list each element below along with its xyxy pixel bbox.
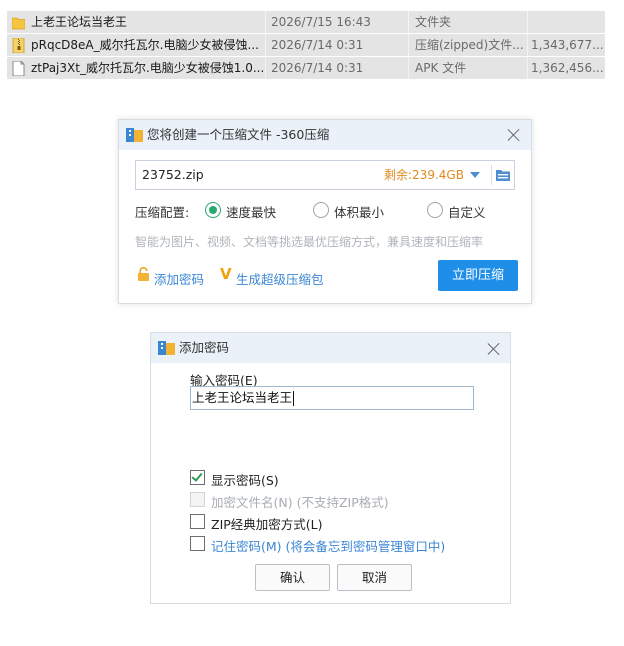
- file-type: 压缩(zipped)文件...: [415, 38, 524, 52]
- lock-icon[interactable]: [137, 267, 150, 281]
- compression-config-label: 压缩配置:: [135, 205, 190, 220]
- password-dialog: 添加密码 输入密码(E) 上老王论坛当老王 显示密码(S) 加密文件名(N) (…: [150, 332, 511, 604]
- divider: [491, 165, 492, 185]
- file-icon: [12, 61, 25, 76]
- close-icon[interactable]: [507, 128, 521, 142]
- archive-app-icon: [158, 341, 175, 355]
- radio-custom[interactable]: [427, 202, 443, 218]
- confirm-button[interactable]: 确认: [255, 564, 330, 591]
- compress-dialog: 您将创建一个压缩文件 -360压缩 23752.zip 剩余:239.4GB 压…: [118, 119, 532, 304]
- browse-folder-icon[interactable]: [496, 169, 510, 181]
- password-value: 上老王论坛当老王: [192, 390, 293, 405]
- text-caret: [293, 391, 295, 406]
- chevron-down-icon[interactable]: [470, 172, 480, 178]
- free-space-label: 剩余:239.4GB: [384, 168, 464, 182]
- file-date: 2026/7/14 0:31: [271, 38, 364, 52]
- radio-smallest-label[interactable]: 体积最小: [334, 202, 384, 221]
- encrypt-filename-checkbox: [190, 492, 205, 507]
- password-dialog-titlebar[interactable]: 添加密码: [151, 333, 510, 363]
- radio-custom-label[interactable]: 自定义: [448, 202, 486, 221]
- radio-smallest[interactable]: [313, 202, 329, 218]
- archive-path-field[interactable]: 23752.zip 剩余:239.4GB: [135, 160, 515, 190]
- compress-now-button[interactable]: 立即压缩: [438, 260, 518, 291]
- file-name: ztPaj3Xt_威尔托瓦尔.电脑少女被侵蚀1.0...: [31, 61, 263, 75]
- cancel-button[interactable]: 取消: [337, 564, 412, 591]
- zip-file-icon: [12, 38, 25, 53]
- file-list: 上老王论坛当老王 2026/7/15 16:43 文件夹 pRqcD8eA_威尔…: [7, 11, 605, 80]
- add-password-link[interactable]: 添加密码: [154, 269, 204, 288]
- file-row[interactable]: ztPaj3Xt_威尔托瓦尔.电脑少女被侵蚀1.0... 2026/7/14 0…: [7, 57, 605, 79]
- folder-icon: [12, 17, 25, 30]
- radio-fastest[interactable]: [205, 202, 221, 218]
- file-row[interactable]: pRqcD8eA_威尔托瓦尔.电脑少女被侵蚀... 2026/7/14 0:31…: [7, 34, 605, 56]
- file-type: APK 文件: [415, 61, 467, 75]
- file-row[interactable]: 上老王论坛当老王 2026/7/15 16:43 文件夹: [7, 11, 605, 33]
- file-size: 1,362,456...: [531, 61, 603, 75]
- show-password-label[interactable]: 显示密码(S): [211, 470, 279, 489]
- password-dialog-title: 添加密码: [179, 340, 230, 355]
- super-package-link[interactable]: 生成超级压缩包: [236, 269, 324, 288]
- zip-classic-encryption-label[interactable]: ZIP经典加密方式(L): [211, 514, 323, 533]
- close-icon[interactable]: [487, 342, 501, 356]
- file-type: 文件夹: [415, 15, 452, 29]
- vip-icon: V: [220, 265, 232, 283]
- compress-dialog-title: 您将创建一个压缩文件 -360压缩: [147, 127, 330, 142]
- encrypt-filename-label: 加密文件名(N) (不支持ZIP格式): [211, 495, 389, 510]
- compression-hint: 智能为图片、视频、文档等挑选最优压缩方式，兼具速度和压缩率: [135, 235, 484, 249]
- remember-password-checkbox[interactable]: [190, 536, 205, 551]
- file-date: 2026/7/14 0:31: [271, 61, 364, 75]
- zip-classic-encryption-checkbox[interactable]: [190, 514, 205, 529]
- file-date: 2026/7/15 16:43: [271, 15, 371, 29]
- file-size: 1,343,677...: [531, 38, 603, 52]
- archive-app-icon: [126, 128, 143, 142]
- file-name: 上老王论坛当老王: [31, 15, 128, 29]
- file-name: pRqcD8eA_威尔托瓦尔.电脑少女被侵蚀...: [31, 38, 259, 52]
- remember-password-label[interactable]: 记住密码(M) (将会备忘到密码管理窗口中): [211, 536, 445, 555]
- radio-fastest-label[interactable]: 速度最快: [226, 202, 276, 221]
- archive-filename: 23752.zip: [142, 167, 204, 182]
- show-password-checkbox[interactable]: [190, 470, 205, 485]
- password-input[interactable]: 上老王论坛当老王: [190, 386, 474, 410]
- compress-dialog-titlebar[interactable]: 您将创建一个压缩文件 -360压缩: [119, 120, 531, 150]
